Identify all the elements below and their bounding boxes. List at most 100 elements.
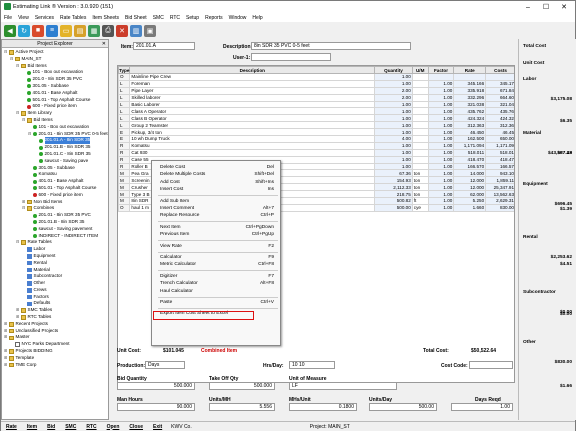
cell-type[interactable]: M bbox=[118, 183, 131, 192]
cell-cost[interactable]: 664.60 bbox=[485, 93, 514, 102]
menu-item-help[interactable]: Help bbox=[252, 15, 262, 21]
tree-node[interactable]: ⊞ Recent Projects bbox=[2, 321, 108, 328]
cell-factor[interactable]: 1.00 bbox=[427, 197, 455, 205]
menu-item-smc[interactable]: SMC bbox=[153, 15, 164, 21]
man-hours-input[interactable]: 90.000 bbox=[117, 403, 195, 411]
status-tab-item[interactable]: Item bbox=[22, 424, 42, 430]
cell-um[interactable] bbox=[411, 121, 429, 130]
cell-um[interactable] bbox=[411, 135, 429, 143]
cell-factor[interactable]: 1.00 bbox=[427, 155, 455, 164]
cell-factor[interactable]: 1.00 bbox=[427, 121, 455, 130]
menu-item-view[interactable]: View bbox=[18, 15, 29, 21]
tree-node[interactable]: Material bbox=[2, 267, 108, 274]
menu-item-item-sheets[interactable]: Item Sheets bbox=[92, 15, 119, 21]
cell-type[interactable]: M bbox=[118, 190, 131, 199]
table-row[interactable]: R Cat 930 1.00 1.00 518.011 518.01 bbox=[118, 148, 514, 157]
table-row[interactable]: O Mainline Pipe Crew 1.00 bbox=[118, 73, 514, 81]
menu-item-setup[interactable]: Setup bbox=[186, 15, 199, 21]
cell-qty[interactable]: 154.93 bbox=[374, 176, 413, 185]
cell-um[interactable] bbox=[411, 128, 429, 137]
menu-item-bid-sheet[interactable]: Bid Sheet bbox=[125, 15, 147, 21]
tree-node[interactable]: 201.01.B - 8in SDR 35 bbox=[2, 219, 108, 226]
cell-desc[interactable]: Class B Operator bbox=[129, 114, 376, 123]
tree-node[interactable]: Crews bbox=[2, 287, 108, 294]
cell-type[interactable]: L bbox=[118, 86, 131, 95]
context-item-haul-calculator[interactable]: Haul Calculator bbox=[152, 288, 280, 295]
sheet-icon[interactable]: ▦ bbox=[88, 24, 100, 37]
cell-um[interactable]: ft bbox=[411, 197, 429, 205]
context-item-calculator[interactable]: Calculator F9 bbox=[152, 254, 280, 261]
cell-cost[interactable]: 25,347.91 bbox=[485, 183, 514, 192]
status-tab-bid[interactable]: Bid bbox=[42, 424, 60, 430]
cell-cost[interactable]: 166.57 bbox=[485, 162, 514, 171]
cell-cost[interactable] bbox=[485, 73, 514, 81]
tree-node[interactable]: Subcontractor bbox=[2, 273, 108, 280]
column-header-rate[interactable]: Rate bbox=[453, 66, 487, 74]
cell-factor[interactable]: 1.00 bbox=[427, 79, 455, 88]
cell-factor[interactable]: 1.00 bbox=[427, 203, 455, 212]
status-tab-exit[interactable]: Exit bbox=[148, 424, 167, 430]
tree-node[interactable]: 501.01 - Top Asphalt Course bbox=[2, 97, 108, 104]
status-tab-smc[interactable]: SMC bbox=[60, 424, 81, 430]
cell-qty[interactable]: 2.00 bbox=[374, 86, 413, 95]
context-item-metric-calculator[interactable]: Metric Calculator Ctrl+F8 bbox=[152, 261, 280, 268]
tree-node[interactable]: Other bbox=[2, 280, 108, 287]
cell-cost[interactable]: 46.45 bbox=[485, 128, 514, 137]
tree-node[interactable]: ⊟ Bid Items bbox=[2, 63, 108, 70]
tree-node[interactable]: ⊟ Rate Tables bbox=[2, 239, 108, 246]
tree-icon[interactable]: ≡ bbox=[46, 24, 58, 37]
cell-desc[interactable]: Cat 930 bbox=[129, 148, 376, 157]
cell-factor[interactable]: 1.00 bbox=[427, 183, 455, 192]
column-header-quantity[interactable]: Quantity bbox=[374, 66, 413, 74]
explorer-close-icon[interactable]: ✕ bbox=[102, 40, 106, 48]
cell-factor[interactable]: 1.00 bbox=[427, 128, 455, 137]
tree-node[interactable]: ⊞ Master bbox=[2, 334, 108, 341]
cell-qty[interactable]: 1.00 bbox=[374, 155, 413, 164]
cell-type[interactable]: L bbox=[118, 107, 131, 116]
cell-type[interactable]: R bbox=[118, 155, 131, 164]
cell-desc[interactable]: Pipe Layer bbox=[129, 86, 376, 95]
cell-type[interactable]: L bbox=[118, 121, 131, 130]
cell-cost[interactable]: 671.84 bbox=[485, 86, 514, 95]
cell-rate[interactable]: 1,171.094 bbox=[453, 141, 487, 150]
cell-factor[interactable]: 1.00 bbox=[427, 135, 455, 143]
status-tab-rtc[interactable]: RTC bbox=[81, 424, 101, 430]
cell-cost[interactable]: 830.00 bbox=[485, 203, 514, 212]
cell-type[interactable]: O bbox=[118, 73, 131, 81]
cell-cost[interactable]: 321.04 bbox=[485, 100, 514, 109]
table-row[interactable]: L Pipe Layer 2.00 1.00 335.918 671.84 bbox=[118, 86, 514, 95]
tree-node[interactable]: sawcut - Saving pave bbox=[2, 158, 108, 165]
cell-type[interactable]: L bbox=[118, 93, 131, 102]
table-row[interactable]: E 10 wh Dump Truck 4.00 1.00 162.500 650.00 bbox=[118, 135, 514, 143]
folder-icon[interactable]: ▭ bbox=[60, 24, 72, 37]
cell-um[interactable] bbox=[411, 100, 429, 109]
tree-node[interactable]: 201.01.B - 8in SDR 35 bbox=[2, 144, 108, 151]
status-tab-open[interactable]: Open bbox=[102, 424, 125, 430]
context-item-previous-item[interactable]: Previous Item Ctrl+PgUp bbox=[152, 231, 280, 238]
cell-rate[interactable]: 435.762 bbox=[453, 107, 487, 116]
cell-um[interactable] bbox=[411, 148, 429, 157]
cell-um[interactable]: ton bbox=[411, 169, 429, 178]
cell-desc[interactable]: Komatsu bbox=[129, 141, 376, 150]
calculator-icon[interactable]: ▣ bbox=[144, 24, 156, 37]
cell-qty[interactable]: 500.82 bbox=[374, 197, 413, 205]
cell-um[interactable]: ton bbox=[411, 183, 429, 192]
tree-node[interactable]: 201.01 - 8in SDR 35 PVC bbox=[2, 212, 108, 219]
cell-um[interactable]: ton bbox=[411, 176, 429, 185]
column-header-um[interactable]: U/M bbox=[411, 66, 429, 74]
tree-node[interactable]: 401.01 - Base Asphalt bbox=[2, 90, 108, 97]
cell-rate[interactable]: 46.450 bbox=[453, 128, 487, 137]
context-item-view-rate[interactable]: View Rate F2 bbox=[152, 243, 280, 250]
units-day-input[interactable]: 500.00 bbox=[369, 403, 437, 411]
hrs-day-select[interactable]: 10 10 bbox=[289, 361, 335, 369]
cell-um[interactable] bbox=[411, 114, 429, 123]
cell-cost[interactable]: 424.32 bbox=[485, 114, 514, 123]
cell-type[interactable]: M bbox=[118, 197, 131, 205]
cell-qty[interactable]: 218.75 bbox=[374, 190, 413, 199]
table-row[interactable]: L Class A Operator 1.00 1.00 435.762 435.76 bbox=[118, 107, 514, 116]
column-header-costs[interactable]: Costs bbox=[485, 66, 514, 74]
cell-cost[interactable]: 1,859.11 bbox=[485, 176, 514, 185]
cell-qty[interactable]: 2.00 bbox=[374, 93, 413, 102]
column-header-factor[interactable]: Factor bbox=[427, 66, 455, 74]
context-item-insert-cost[interactable]: Insert Cost Ins bbox=[152, 186, 280, 193]
